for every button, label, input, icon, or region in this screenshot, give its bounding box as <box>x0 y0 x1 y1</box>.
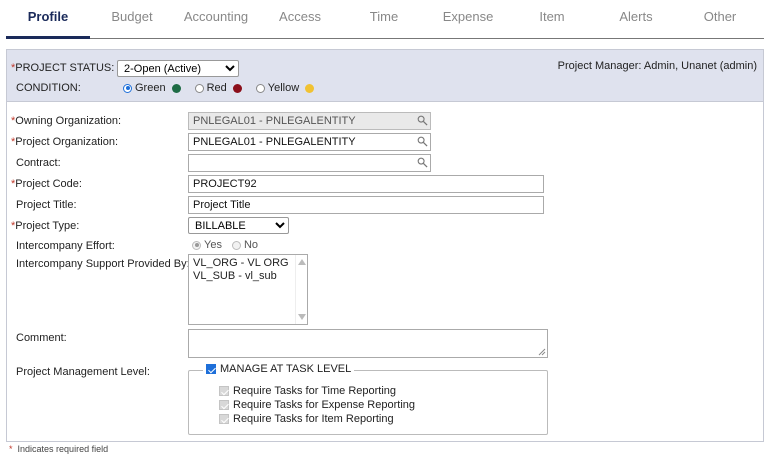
radio-no[interactable] <box>231 240 241 250</box>
project-type-select[interactable]: BILLABLE <box>188 217 289 234</box>
red-dot-icon <box>232 83 242 93</box>
tab-accounting[interactable]: Accounting <box>174 0 258 38</box>
condition-green[interactable]: Green <box>123 82 181 94</box>
radio-red[interactable] <box>194 83 204 93</box>
comment-label: Comment: <box>16 332 67 344</box>
project-code-label: *Project Code: <box>11 178 82 190</box>
project-org-field[interactable]: PNLEGAL01 - PNLEGALENTITY <box>188 133 431 151</box>
green-dot-icon <box>171 83 181 93</box>
project-org-label: *Project Organization: <box>11 136 118 148</box>
req-item-checkbox[interactable] <box>219 414 229 424</box>
project-type-label: *Project Type: <box>11 220 80 232</box>
tab-time[interactable]: Time <box>342 0 426 38</box>
scroll-down-icon[interactable] <box>298 314 306 320</box>
effort-no[interactable]: No <box>231 239 258 251</box>
scrollbar[interactable] <box>295 255 307 324</box>
req-expense-checkbox[interactable] <box>219 400 229 410</box>
intercompany-support-listbox[interactable]: VL_ORG - VL ORG VL_SUB - vl_sub <box>188 254 308 325</box>
project-title-label: Project Title: <box>16 199 77 211</box>
intercompany-effort-radios: Yes No <box>192 239 272 251</box>
radio-yellow[interactable] <box>255 83 265 93</box>
tab-other[interactable]: Other <box>678 0 762 38</box>
intercompany-effort-label: Intercompany Effort: <box>16 240 115 252</box>
required-footnote: * Indicates required field <box>9 444 109 454</box>
list-item[interactable]: VL_ORG - VL ORG <box>193 257 303 270</box>
tab-alerts[interactable]: Alerts <box>594 0 678 38</box>
contract-label: Contract: <box>16 157 61 169</box>
tab-profile[interactable]: Profile <box>6 0 90 39</box>
condition-red[interactable]: Red <box>194 82 242 94</box>
comment-textarea[interactable] <box>188 329 548 358</box>
tab-bar: Profile Budget Accounting Access Time Ex… <box>6 0 764 39</box>
mgmt-level-label: Project Management Level: <box>16 366 150 378</box>
condition-yellow[interactable]: Yellow <box>255 82 315 94</box>
req-time-row[interactable]: Require Tasks for Time Reporting <box>219 385 396 397</box>
tab-budget[interactable]: Budget <box>90 0 174 38</box>
effort-yes[interactable]: Yes <box>192 239 222 251</box>
owning-org-label: *Owning Organization: <box>11 115 122 127</box>
scroll-up-icon[interactable] <box>298 259 306 265</box>
owning-org-field: PNLEGAL01 - PNLEGALENTITY <box>188 112 431 130</box>
condition-radio-group: Green Red Yellow <box>123 82 328 94</box>
yellow-dot-icon <box>305 83 315 93</box>
radio-green[interactable] <box>123 83 132 93</box>
project-status-select[interactable]: 2-Open (Active) <box>117 60 239 77</box>
contract-field[interactable] <box>188 154 431 172</box>
status-bar: *PROJECT STATUS: 2-Open (Active) CONDITI… <box>7 50 763 102</box>
manage-at-task-checkbox[interactable] <box>206 364 216 374</box>
search-icon[interactable] <box>417 115 428 126</box>
project-manager-text: Project Manager: Admin, Unanet (admin) <box>557 60 757 72</box>
req-time-checkbox[interactable] <box>219 386 229 396</box>
resize-grip-icon[interactable] <box>538 348 546 356</box>
radio-yes[interactable] <box>192 240 201 250</box>
project-status-label: *PROJECT STATUS: <box>11 62 115 74</box>
list-item[interactable]: VL_SUB - vl_sub <box>193 270 303 283</box>
profile-panel: *PROJECT STATUS: 2-Open (Active) CONDITI… <box>6 49 764 442</box>
project-title-input[interactable]: Project Title <box>188 196 544 214</box>
search-icon[interactable] <box>417 157 428 168</box>
search-icon[interactable] <box>417 136 428 147</box>
condition-label: CONDITION: <box>16 82 81 94</box>
tab-expense[interactable]: Expense <box>426 0 510 38</box>
manage-at-task-row[interactable]: MANAGE AT TASK LEVEL <box>203 363 355 375</box>
tab-access[interactable]: Access <box>258 0 342 38</box>
req-expense-row[interactable]: Require Tasks for Expense Reporting <box>219 399 415 411</box>
tab-item[interactable]: Item <box>510 0 594 38</box>
intercompany-support-label: Intercompany Support Provided By: <box>16 258 190 270</box>
req-item-row[interactable]: Require Tasks for Item Reporting <box>219 413 394 425</box>
project-code-input[interactable]: PROJECT92 <box>188 175 544 193</box>
